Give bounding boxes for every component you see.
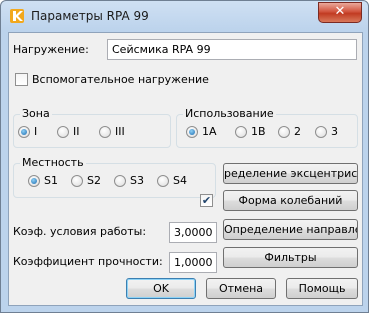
radio-icon	[235, 125, 247, 138]
zone-radio-label: III	[115, 125, 125, 138]
usage-radio-label: 1A	[202, 125, 217, 138]
zone-radio-label: II	[73, 125, 80, 138]
zone-group: Зона I II III	[13, 107, 171, 148]
usage-radio-label: 2	[294, 125, 301, 138]
usage-legend: Использование	[183, 107, 276, 120]
vibration-modes-button[interactable]: Форма колебаний	[223, 190, 358, 211]
terrain-legend: Местность	[20, 156, 86, 169]
usage-group: Использование 1A 1B 2 3	[176, 107, 358, 148]
dialog-window: Параметры RPA 99 ✕ Нагружение: Сейсмика …	[0, 0, 369, 313]
usage-radio-2[interactable]: 2	[278, 125, 301, 138]
ok-button[interactable]: OK	[126, 278, 196, 299]
zone-radio-ii[interactable]: II	[57, 125, 80, 138]
terrain-radio-s3[interactable]: S3	[114, 174, 144, 187]
radio-selected-icon	[28, 174, 40, 187]
terrain-group: Местность S1 S2 S3 S4	[13, 156, 216, 198]
auxiliary-load-label: Вспомогательное нагружение	[32, 73, 209, 86]
work-coef-input[interactable]: 3,0000	[169, 222, 217, 243]
help-button[interactable]: Помощь	[286, 278, 358, 299]
load-name-input[interactable]: Сейсмика RPA 99	[107, 39, 357, 60]
radio-icon	[315, 125, 327, 138]
dialog-client-area: Нагружение: Сейсмика RPA 99 Вспомогатель…	[8, 32, 363, 306]
usage-radio-3[interactable]: 3	[315, 125, 338, 138]
filters-button[interactable]: Фильтры	[223, 247, 358, 268]
terrain-radio-s2[interactable]: S2	[71, 174, 101, 187]
terrain-radio-s1[interactable]: S1	[28, 174, 58, 187]
work-coef-label: Коэф. условия работы:	[13, 225, 147, 238]
usage-radio-1b[interactable]: 1B	[235, 125, 266, 138]
usage-radio-label: 3	[331, 125, 338, 138]
terrain-radio-label: S3	[130, 174, 144, 187]
strength-coef-label: Коэффициент прочности:	[13, 255, 163, 268]
app-logo-icon	[10, 9, 24, 23]
zone-radio-label: I	[34, 125, 38, 138]
radio-icon	[71, 174, 83, 187]
terrain-radio-label: S4	[173, 174, 187, 187]
load-label: Нагружение:	[13, 43, 89, 56]
strength-coef-input[interactable]: 1,0000	[169, 252, 217, 273]
close-button[interactable]: ✕	[318, 2, 362, 23]
radio-selected-icon	[186, 125, 198, 138]
radio-icon	[278, 125, 290, 138]
vibration-modes-checkbox[interactable]: ✔	[200, 194, 213, 207]
radio-icon	[114, 174, 126, 187]
auxiliary-load-checkbox[interactable]	[15, 73, 28, 86]
zone-radio-iii[interactable]: III	[99, 125, 125, 138]
radio-icon	[157, 174, 169, 187]
zone-legend: Зона	[20, 107, 52, 120]
radio-icon	[99, 125, 111, 138]
radio-icon	[57, 125, 69, 138]
title-bar[interactable]: Параметры RPA 99 ✕	[1, 1, 368, 31]
usage-radio-1a[interactable]: 1A	[186, 125, 217, 138]
terrain-radio-s4[interactable]: S4	[157, 174, 187, 187]
eccentricity-button[interactable]: ределение эксцентрисите	[223, 163, 358, 184]
window-title: Параметры RPA 99	[31, 9, 149, 23]
terrain-radio-label: S2	[87, 174, 101, 187]
zone-radio-i[interactable]: I	[18, 125, 37, 138]
radio-selected-icon	[18, 125, 30, 138]
direction-definition-button[interactable]: Определение направления	[223, 219, 358, 240]
usage-radio-label: 1B	[251, 125, 266, 138]
terrain-radio-label: S1	[44, 174, 58, 187]
cancel-button[interactable]: Отмена	[206, 278, 276, 299]
